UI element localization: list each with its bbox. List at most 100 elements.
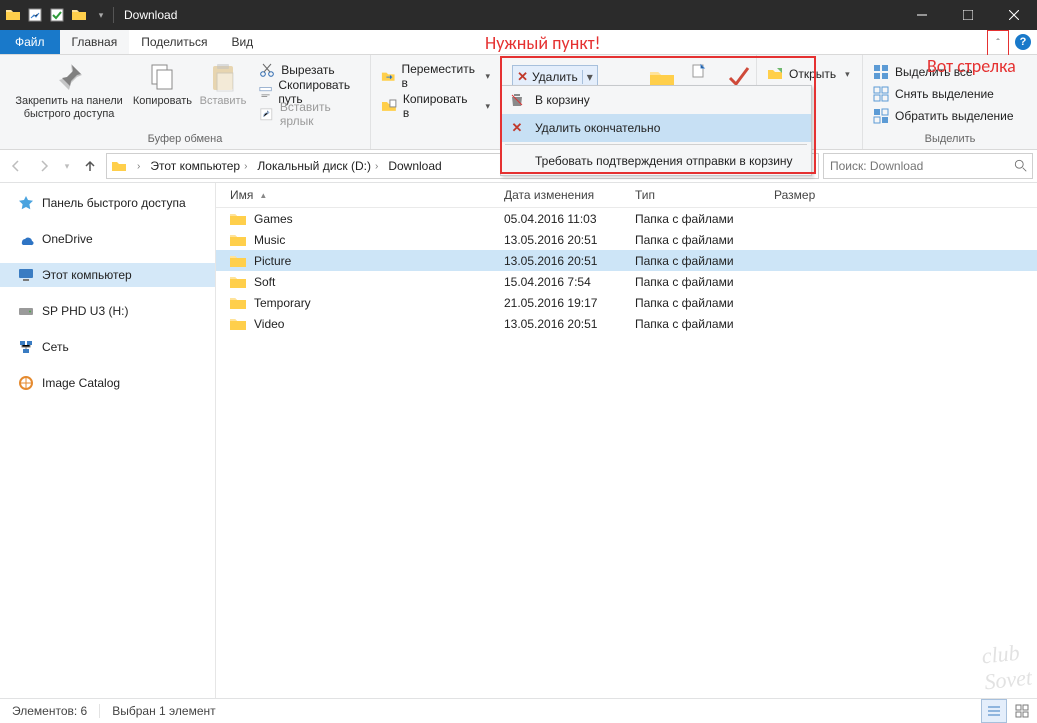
file-type: Папка с файлами	[621, 275, 760, 289]
drive-icon	[18, 303, 34, 319]
nav-back-button[interactable]	[4, 154, 28, 178]
delete-menu: В корзину ✕ Удалить окончательно Требова…	[500, 85, 812, 176]
move-to-label: Переместить в	[401, 62, 476, 90]
file-row[interactable]: Soft15.04.2016 7:54Папка с файлами	[216, 271, 1037, 292]
sidebar-onedrive-label: OneDrive	[42, 232, 93, 246]
sidebar-thispc-label: Этот компьютер	[42, 268, 132, 282]
delete-menu-recycle[interactable]: В корзину	[501, 86, 811, 114]
minimize-button[interactable]	[899, 0, 945, 30]
search-box[interactable]	[823, 153, 1033, 179]
star-icon	[18, 195, 34, 211]
nav-up-button[interactable]	[78, 154, 102, 178]
col-name[interactable]: Имя▲	[216, 188, 490, 202]
nav-history-button[interactable]: ▾	[60, 154, 74, 178]
file-name: Picture	[254, 254, 291, 268]
maximize-button[interactable]	[945, 0, 991, 30]
folder-icon	[230, 234, 246, 246]
deselect-icon	[873, 86, 889, 102]
qat-checkbox-icon[interactable]	[49, 7, 65, 23]
delete-x-icon: ✕	[509, 120, 525, 136]
file-date: 13.05.2016 20:51	[490, 233, 621, 247]
qat-properties-icon[interactable]	[27, 7, 43, 23]
paste-button[interactable]: Вставить	[193, 59, 254, 108]
tab-file[interactable]: Файл	[0, 30, 60, 54]
col-size[interactable]: Размер	[760, 188, 854, 202]
crumb-thispc[interactable]: Этот компьютер›	[146, 159, 251, 173]
crumb-root[interactable]: ›	[129, 161, 144, 172]
file-row[interactable]: Video13.05.2016 20:51Папка с файлами	[216, 313, 1037, 334]
folder-icon	[5, 7, 21, 23]
sidebar-spphd-label: SP PHD U3 (H:)	[42, 304, 128, 318]
invert-selection-button[interactable]: Обратить выделение	[869, 105, 1018, 127]
folder-icon	[111, 158, 127, 174]
file-row[interactable]: Music13.05.2016 20:51Папка с файлами	[216, 229, 1037, 250]
copy-to-button[interactable]: Копировать в	[377, 95, 494, 117]
status-items: Элементов: 6	[0, 704, 100, 718]
paste-label: Вставить	[200, 95, 247, 108]
help-button[interactable]: ?	[1009, 30, 1037, 54]
file-type: Папка с файлами	[621, 233, 760, 247]
annotation-arrow: Вот стрелка	[927, 55, 1016, 77]
search-input[interactable]	[828, 158, 1028, 174]
new-item-icon[interactable]	[690, 63, 706, 79]
copy-label: Копировать	[133, 95, 192, 108]
blank-icon	[509, 153, 525, 169]
status-selected: Выбран 1 элемент	[100, 704, 227, 718]
delete-menu-confirm[interactable]: Требовать подтверждения отправки в корзи…	[501, 147, 811, 175]
minimize-ribbon-button[interactable]: ˆ	[987, 30, 1009, 56]
chevron-down-icon: ▾	[582, 70, 593, 84]
col-type[interactable]: Тип	[621, 188, 760, 202]
tab-view[interactable]: Вид	[219, 30, 265, 54]
file-name: Soft	[254, 275, 275, 289]
delete-menu-permanent[interactable]: ✕ Удалить окончательно	[501, 114, 811, 142]
sidebar-item-quickaccess[interactable]: Панель быстрого доступа	[0, 191, 215, 215]
delete-x-icon: ✕	[517, 69, 528, 85]
file-type: Папка с файлами	[621, 254, 760, 268]
tab-share[interactable]: Поделиться	[129, 30, 219, 54]
copy-icon	[146, 61, 178, 93]
deselect-button[interactable]: Снять выделение	[869, 83, 1018, 105]
file-row[interactable]: Games05.04.2016 11:03Папка с файлами	[216, 208, 1037, 229]
nav-forward-button[interactable]	[32, 154, 56, 178]
col-size-label: Размер	[774, 188, 815, 202]
view-large-button[interactable]	[1009, 699, 1035, 723]
crumb-drive[interactable]: Локальный диск (D:)›	[253, 159, 382, 173]
file-list: Имя▲ Дата изменения Тип Размер Games05.0…	[216, 183, 1037, 698]
close-button[interactable]	[991, 0, 1037, 30]
copy-to-label: Копировать в	[403, 92, 477, 120]
col-date[interactable]: Дата изменения	[490, 188, 621, 202]
file-row[interactable]: Temporary21.05.2016 19:17Папка с файлами	[216, 292, 1037, 313]
window-title: Download	[118, 8, 177, 22]
sidebar-quick-label: Панель быстрого доступа	[42, 196, 186, 210]
sidebar-item-spphd[interactable]: SP PHD U3 (H:)	[0, 299, 215, 323]
sidebar-item-onedrive[interactable]: OneDrive	[0, 227, 215, 251]
monitor-icon	[18, 267, 34, 283]
tab-home[interactable]: Главная	[60, 30, 130, 54]
file-name: Games	[254, 212, 293, 226]
tab-share-label: Поделиться	[141, 35, 207, 49]
help-icon: ?	[1015, 34, 1031, 50]
deselect-label: Снять выделение	[895, 87, 994, 101]
open-button[interactable]: Открыть	[763, 63, 854, 85]
view-details-button[interactable]	[981, 699, 1007, 723]
paste-shortcut-label: Вставить ярлык	[280, 100, 360, 128]
col-type-label: Тип	[635, 188, 655, 202]
menu-separator	[505, 144, 807, 145]
crumb-folder[interactable]: Download	[384, 159, 445, 173]
invert-icon	[873, 108, 889, 124]
file-date: 13.05.2016 20:51	[490, 317, 621, 331]
paste-shortcut-button[interactable]: Вставить ярлык	[255, 103, 364, 125]
copy-button[interactable]: Копировать	[132, 59, 193, 108]
annotation-needed: Нужный пункт!	[485, 32, 601, 54]
sidebar-item-network[interactable]: Сеть	[0, 335, 215, 359]
file-row[interactable]: Picture13.05.2016 20:51Папка с файлами	[216, 250, 1037, 271]
pin-quickaccess-button[interactable]: Закрепить на панели быстрого доступа	[6, 59, 132, 121]
sidebar-item-thispc[interactable]: Этот компьютер	[0, 263, 215, 287]
qat-dropdown-icon[interactable]: ▾	[93, 7, 109, 23]
crumb-drive-label: Локальный диск (D:)	[257, 159, 371, 173]
folder-move-icon	[381, 68, 395, 84]
tab-view-label: Вид	[231, 35, 253, 49]
search-icon[interactable]	[1014, 159, 1028, 173]
move-to-button[interactable]: Переместить в	[377, 65, 494, 87]
sidebar-item-imagecatalog[interactable]: Image Catalog	[0, 371, 215, 395]
